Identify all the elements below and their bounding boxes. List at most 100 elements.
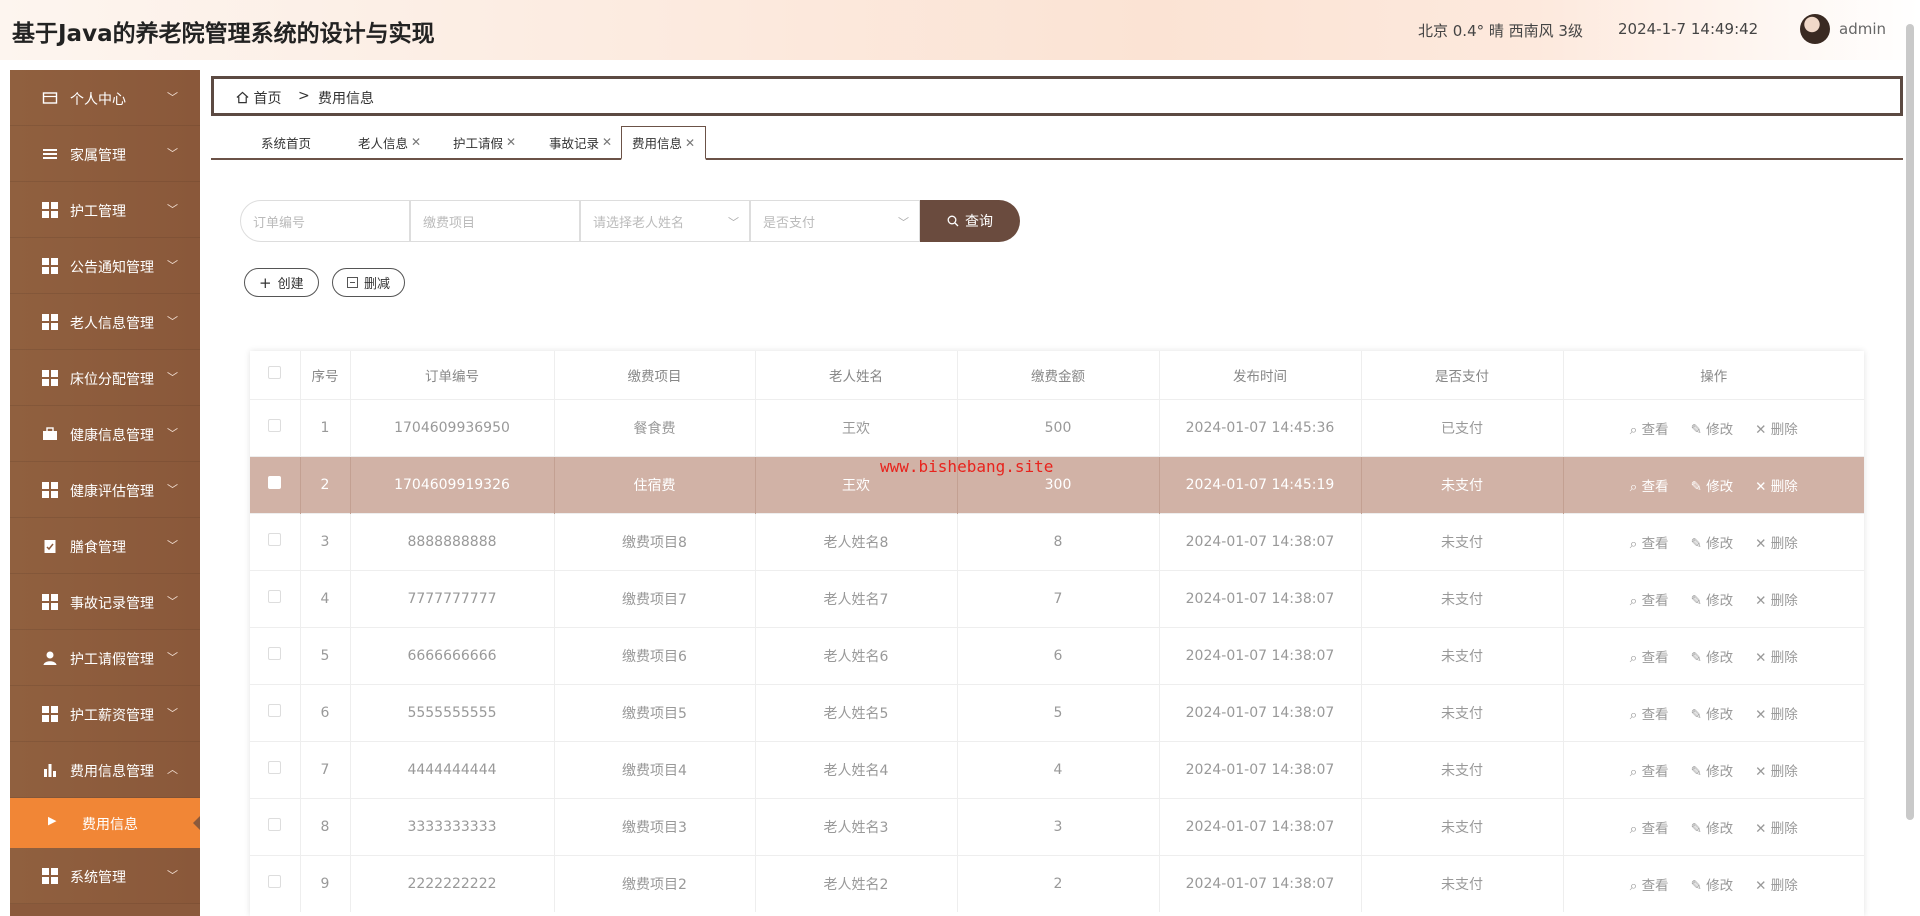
cell-fee-item: 餐食费 bbox=[553, 398, 755, 456]
sidebar-item[interactable]: 系统管理 ﹀ bbox=[10, 848, 200, 904]
close-icon[interactable]: ✕ bbox=[602, 135, 612, 149]
delete-button[interactable]: ✕ 删除 bbox=[1755, 532, 1798, 552]
create-button[interactable]: + 创建 bbox=[244, 268, 319, 297]
delete-button[interactable]: ✕ 删除 bbox=[1755, 589, 1798, 609]
grid-icon bbox=[42, 258, 58, 274]
view-button[interactable]: ⌕ 查看 bbox=[1630, 418, 1669, 438]
table-row[interactable]: 9 2222222222 缴费项目2 老人姓名2 2 2024-01-07 14:38:0… bbox=[250, 854, 1864, 912]
cell-amount: 4 bbox=[956, 740, 1159, 798]
sidebar-item[interactable]: 公告通知管理 ﹀ bbox=[10, 238, 200, 294]
active-notch bbox=[193, 816, 200, 830]
tab[interactable]: 护工请假 ✕ bbox=[443, 126, 526, 158]
edit-button[interactable]: ✎ 修改 bbox=[1691, 418, 1734, 438]
row-checkbox[interactable] bbox=[268, 476, 282, 489]
delete-button[interactable]: ✕ 删除 bbox=[1755, 646, 1798, 666]
table-row[interactable]: 8 3333333333 缴费项目3 老人姓名3 3 2024-01-07 14:38:0… bbox=[250, 797, 1864, 855]
search-bar: 订单编号 缴费项目 请选择老人姓名 ﹀ 是否支付 ﹀ 查询 bbox=[240, 200, 1020, 242]
delete-button[interactable]: ✕ 删除 bbox=[1755, 703, 1798, 723]
paid-status-select[interactable]: 是否支付 ﹀ bbox=[750, 200, 920, 242]
sidebar: 个人中心 ﹀ 家属管理 ﹀ 护工管理 ﹀ 公告通知管理 ﹀ 老人信息管理 ﹀ 床位分配管理 ﹀ 健康信息… bbox=[10, 70, 200, 916]
close-icon[interactable]: ✕ bbox=[685, 136, 695, 150]
sidebar-item[interactable]: 费用信息管理 ︿ bbox=[10, 742, 200, 798]
table-row[interactable]: 6 5555555555 缴费项目5 老人姓名5 5 2024-01-07 14:38:0… bbox=[250, 683, 1864, 741]
cell-paid-status: 未支付 bbox=[1360, 740, 1563, 798]
close-icon[interactable]: ✕ bbox=[506, 135, 516, 149]
view-button[interactable]: ⌕ 查看 bbox=[1630, 475, 1669, 495]
edit-button[interactable]: ✎ 修改 bbox=[1691, 703, 1734, 723]
tab[interactable]: 费用信息 ✕ bbox=[621, 126, 707, 160]
pencil-icon: ✎ bbox=[1690, 706, 1707, 723]
sidebar-item[interactable]: 护工薪资管理 ﹀ bbox=[10, 686, 200, 742]
order-number-input[interactable]: 订单编号 bbox=[240, 200, 410, 242]
cell-index: 6 bbox=[299, 683, 350, 741]
select-all-checkbox[interactable] bbox=[268, 366, 282, 380]
table-row[interactable]: 3 8888888888 缴费项目8 老人姓名8 8 2024-01-07 14:38:0… bbox=[250, 512, 1864, 570]
tab[interactable]: 事故记录 ✕ bbox=[539, 126, 622, 158]
row-checkbox[interactable] bbox=[268, 818, 282, 831]
view-button[interactable]: ⌕ 查看 bbox=[1630, 817, 1669, 837]
table-row[interactable]: 4 7777777777 缴费项目7 老人姓名7 7 2024-01-07 14:38:0… bbox=[250, 569, 1864, 627]
close-icon[interactable]: ✕ bbox=[411, 135, 421, 149]
cell-elder-name: 老人姓名5 bbox=[754, 683, 957, 741]
breadcrumb-home[interactable]: 首页 bbox=[236, 88, 281, 108]
view-button[interactable]: ⌕ 查看 bbox=[1630, 874, 1669, 894]
cell-index: 3 bbox=[299, 512, 350, 570]
avatar[interactable] bbox=[1800, 14, 1830, 44]
view-button[interactable]: ⌕ 查看 bbox=[1630, 589, 1669, 609]
edit-button[interactable]: ✎ 修改 bbox=[1691, 817, 1734, 837]
sidebar-item[interactable]: 健康信息管理 ﹀ bbox=[10, 406, 200, 462]
edit-button[interactable]: ✎ 修改 bbox=[1691, 532, 1734, 552]
delete-button[interactable]: ✕ 删除 bbox=[1755, 760, 1798, 780]
elder-name-select[interactable]: 请选择老人姓名 ﹀ bbox=[580, 200, 750, 242]
page-scrollbar[interactable] bbox=[1906, 24, 1914, 820]
row-checkbox[interactable] bbox=[268, 875, 282, 889]
table-row[interactable]: 1 1704609936950 餐食费 王欢 500 2024-01-07 14:45:3… bbox=[250, 398, 1864, 456]
view-button[interactable]: ⌕ 查看 bbox=[1630, 760, 1669, 780]
cell-paid-status: 已支付 bbox=[1360, 398, 1563, 456]
edit-button[interactable]: ✎ 修改 bbox=[1691, 760, 1734, 780]
cell-order-number: 3333333333 bbox=[349, 797, 554, 855]
sidebar-item[interactable]: 床位分配管理 ﹀ bbox=[10, 350, 200, 406]
delete-button[interactable]: ✕ 删除 bbox=[1755, 475, 1798, 495]
table-row[interactable]: 5 6666666666 缴费项目6 老人姓名6 6 2024-01-07 14:38:0… bbox=[250, 626, 1864, 684]
row-checkbox[interactable] bbox=[268, 533, 282, 546]
row-checkbox[interactable] bbox=[268, 647, 282, 660]
pencil-icon: ✎ bbox=[1690, 535, 1707, 552]
edit-button[interactable]: ✎ 修改 bbox=[1691, 874, 1734, 894]
delete-button[interactable]: ✕ 删除 bbox=[1755, 874, 1798, 894]
cell-fee-item: 缴费项目4 bbox=[553, 740, 755, 798]
view-button[interactable]: ⌕ 查看 bbox=[1630, 703, 1669, 723]
username[interactable]: admin bbox=[1839, 20, 1886, 38]
row-checkbox[interactable] bbox=[268, 704, 282, 717]
sidebar-subitem-active[interactable]: ▶ 费用信息 bbox=[10, 798, 200, 848]
sidebar-item[interactable]: 护工管理 ﹀ bbox=[10, 182, 200, 238]
sidebar-item[interactable]: 老人信息管理 ﹀ bbox=[10, 294, 200, 350]
tab[interactable]: 老人信息 ✕ bbox=[348, 126, 431, 158]
fee-item-input[interactable]: 缴费项目 bbox=[410, 200, 580, 242]
delete-button[interactable]: ✕ 删除 bbox=[1755, 418, 1798, 438]
row-checkbox[interactable] bbox=[268, 419, 282, 432]
view-button[interactable]: ⌕ 查看 bbox=[1630, 532, 1669, 552]
table-row[interactable]: 2 1704609919326 住宿费 王欢 300 2024-01-07 14:45:1… bbox=[250, 455, 1864, 513]
sidebar-item[interactable]: 事故记录管理 ﹀ bbox=[10, 574, 200, 630]
edit-button[interactable]: ✎ 修改 bbox=[1691, 589, 1734, 609]
tab[interactable]: 系统首页 bbox=[251, 126, 321, 158]
delete-button[interactable]: ✕ 删除 bbox=[1755, 817, 1798, 837]
sidebar-item[interactable]: 家属管理 ﹀ bbox=[10, 126, 200, 182]
row-checkbox[interactable] bbox=[268, 590, 282, 603]
edit-button[interactable]: ✎ 修改 bbox=[1691, 475, 1734, 495]
chevron-down-icon: ﹀ bbox=[898, 216, 909, 229]
sidebar-item[interactable]: 护工请假管理 ﹀ bbox=[10, 630, 200, 686]
delete-batch-button[interactable]: 删减 bbox=[332, 268, 406, 297]
pencil-icon: ✎ bbox=[1690, 820, 1707, 837]
edit-button[interactable]: ✎ 修改 bbox=[1691, 646, 1734, 666]
chevron-down-icon: ﹀ bbox=[167, 595, 178, 608]
sidebar-item[interactable]: 健康评估管理 ﹀ bbox=[10, 462, 200, 518]
row-checkbox[interactable] bbox=[268, 761, 282, 774]
search-button[interactable]: 查询 bbox=[920, 200, 1020, 242]
cell-amount: 2 bbox=[956, 854, 1159, 912]
table-row[interactable]: 7 4444444444 缴费项目4 老人姓名4 4 2024-01-07 14:38:0… bbox=[250, 740, 1864, 798]
sidebar-item[interactable]: 个人中心 ﹀ bbox=[10, 70, 200, 126]
view-button[interactable]: ⌕ 查看 bbox=[1630, 646, 1669, 666]
sidebar-item[interactable]: 膳食管理 ﹀ bbox=[10, 518, 200, 574]
